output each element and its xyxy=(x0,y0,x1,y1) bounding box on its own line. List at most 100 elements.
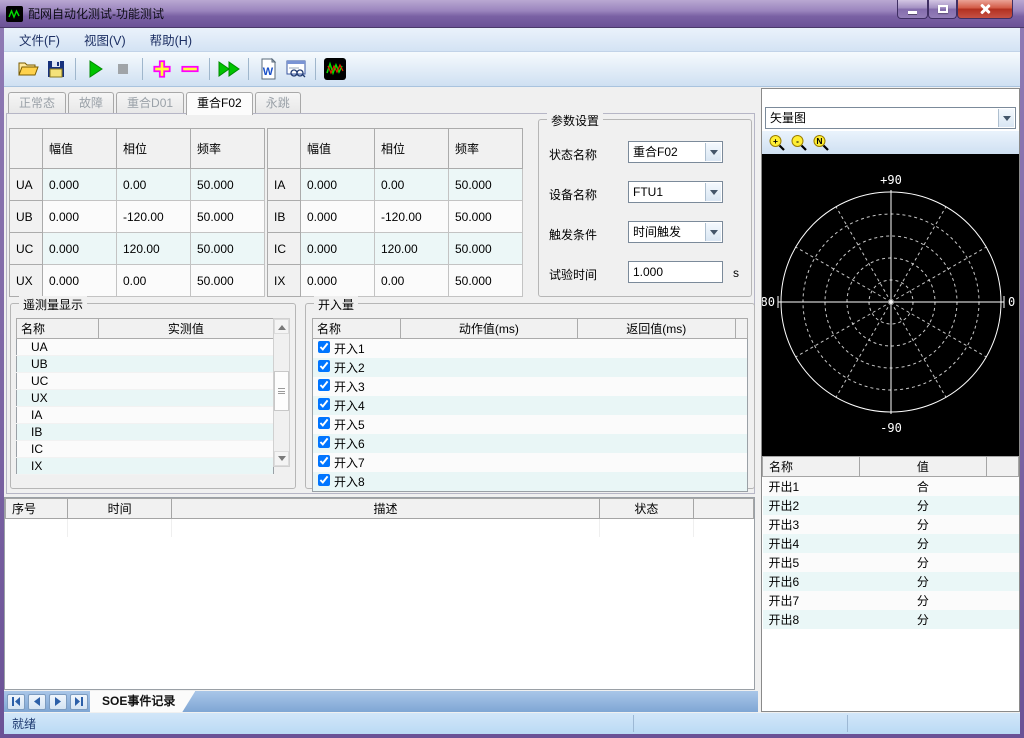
phase-cell[interactable]: 0.00 xyxy=(117,265,191,297)
state-tab-5[interactable]: 永跳 xyxy=(255,92,301,114)
device-name-combo[interactable]: FTU1 xyxy=(628,181,723,203)
telemetry-row-UB: UB xyxy=(17,356,274,373)
toolbar-separator xyxy=(75,58,76,80)
window-border xyxy=(0,734,1024,738)
filler-cell xyxy=(987,515,1019,534)
amplitude-cell[interactable]: 0.000 xyxy=(301,169,375,201)
report-preview-button[interactable] xyxy=(282,55,310,83)
row-label: UC xyxy=(10,233,43,265)
output-name: 开出4 xyxy=(763,534,860,553)
state-name-combo[interactable]: 重合F02 xyxy=(628,141,723,163)
scroll-down-icon[interactable] xyxy=(274,451,289,466)
remove-state-button[interactable] xyxy=(176,55,204,83)
filler-cell xyxy=(735,415,747,434)
next-record-icon xyxy=(54,697,62,706)
frequency-cell[interactable]: 50.000 xyxy=(449,265,523,297)
add-state-button[interactable] xyxy=(148,55,176,83)
state-tab-2[interactable]: 故障 xyxy=(68,92,114,114)
scroll-up-icon[interactable] xyxy=(274,319,289,334)
telemetry-name: UC xyxy=(17,373,99,390)
output-name: 开出6 xyxy=(763,572,860,591)
minimize-button[interactable] xyxy=(897,0,928,19)
fast-forward-icon xyxy=(217,59,241,79)
amplitude-cell[interactable]: 0.000 xyxy=(43,201,117,233)
frequency-cell[interactable]: 50.000 xyxy=(191,169,265,201)
plus-icon xyxy=(151,58,173,80)
open-file-button[interactable] xyxy=(14,55,42,83)
row-label: UA xyxy=(10,169,43,201)
input-name-cell: 开入1 xyxy=(313,339,401,359)
frequency-cell[interactable]: 50.000 xyxy=(449,201,523,233)
run-all-button[interactable] xyxy=(215,55,243,83)
phasor-row-IC: IC0.000120.0050.000 xyxy=(268,233,523,265)
first-record-button[interactable] xyxy=(7,694,25,710)
chevron-down-icon[interactable] xyxy=(998,109,1014,127)
tab-soe-events[interactable]: SOE事件记录 xyxy=(90,691,195,712)
output-name: 开出7 xyxy=(763,591,860,610)
frequency-cell[interactable]: 50.000 xyxy=(191,265,265,297)
view-selector-combo[interactable]: 矢量图 xyxy=(765,107,1016,129)
amplitude-cell[interactable]: 0.000 xyxy=(43,265,117,297)
save-button[interactable] xyxy=(42,55,70,83)
col-measured-value: 实测值 xyxy=(98,319,273,339)
state-tab-3[interactable]: 重合D01 xyxy=(116,92,184,114)
frequency-cell[interactable]: 50.000 xyxy=(449,169,523,201)
input-enable-checkbox[interactable] xyxy=(318,436,330,448)
amplitude-cell[interactable]: 0.000 xyxy=(301,233,375,265)
state-tab-4[interactable]: 重合F02 xyxy=(186,92,253,115)
input-enable-checkbox[interactable] xyxy=(318,455,330,467)
zoom-out-button[interactable]: - xyxy=(788,133,810,153)
input-enable-checkbox[interactable] xyxy=(318,360,330,372)
trigger-condition-combo[interactable]: 时间触发 xyxy=(628,221,723,243)
phase-cell[interactable]: -120.00 xyxy=(117,201,191,233)
state-tab-1[interactable]: 正常态 xyxy=(8,92,66,114)
stop-button[interactable] xyxy=(109,55,137,83)
device-name-value: FTU1 xyxy=(633,185,663,199)
zoom-in-button[interactable]: + xyxy=(766,133,788,153)
scrollbar-thumb[interactable] xyxy=(274,371,289,411)
close-button[interactable] xyxy=(957,0,1013,19)
input-enable-checkbox[interactable] xyxy=(318,398,330,410)
group-title: 遥测量显示 xyxy=(19,296,87,313)
amplitude-cell[interactable]: 0.000 xyxy=(301,201,375,233)
chevron-down-icon[interactable] xyxy=(705,183,721,201)
menu-help[interactable]: 帮助(H) xyxy=(141,30,201,49)
last-record-button[interactable] xyxy=(70,694,88,710)
input-enable-checkbox[interactable] xyxy=(318,379,330,391)
next-record-button[interactable] xyxy=(49,694,67,710)
phase-cell[interactable]: 0.00 xyxy=(375,169,449,201)
frequency-cell[interactable]: 50.000 xyxy=(449,233,523,265)
filler-cell xyxy=(987,457,1019,477)
chevron-down-icon[interactable] xyxy=(705,223,721,241)
zoom-reset-button[interactable]: N xyxy=(810,133,832,153)
word-report-button[interactable]: W xyxy=(254,55,282,83)
phase-cell[interactable]: 120.00 xyxy=(117,233,191,265)
binary-output-row-1: 开出1合 xyxy=(763,477,1019,497)
phase-cell[interactable]: 0.00 xyxy=(375,265,449,297)
input-enable-checkbox[interactable] xyxy=(318,474,330,486)
chevron-down-icon[interactable] xyxy=(705,143,721,161)
frequency-cell[interactable]: 50.000 xyxy=(191,201,265,233)
trigger-condition-label: 触发条件 xyxy=(549,226,597,243)
phase-cell[interactable]: -120.00 xyxy=(375,201,449,233)
menu-file[interactable]: 文件(F) xyxy=(10,30,69,49)
frequency-cell[interactable]: 50.000 xyxy=(191,233,265,265)
phase-cell[interactable]: 120.00 xyxy=(375,233,449,265)
binary-output-row-7: 开出7分 xyxy=(763,591,1019,610)
app-window: 配网自动化测试-功能测试 文件(F) 视图(V) 帮助(H) xyxy=(0,0,1024,738)
amplitude-cell[interactable]: 0.000 xyxy=(43,233,117,265)
phase-cell[interactable]: 0.00 xyxy=(117,169,191,201)
input-enable-checkbox[interactable] xyxy=(318,341,330,353)
return-value-cell xyxy=(577,358,735,377)
amplitude-cell[interactable]: 0.000 xyxy=(43,169,117,201)
filler-cell xyxy=(987,477,1019,497)
maximize-button[interactable] xyxy=(928,0,957,19)
input-enable-checkbox[interactable] xyxy=(318,417,330,429)
amplitude-cell[interactable]: 0.000 xyxy=(301,265,375,297)
telemetry-scrollbar[interactable] xyxy=(273,318,290,467)
test-duration-input[interactable]: 1.000 xyxy=(628,261,723,283)
waveform-view-button[interactable] xyxy=(321,55,349,83)
menu-view[interactable]: 视图(V) xyxy=(75,30,135,49)
previous-record-button[interactable] xyxy=(28,694,46,710)
run-button[interactable] xyxy=(81,55,109,83)
